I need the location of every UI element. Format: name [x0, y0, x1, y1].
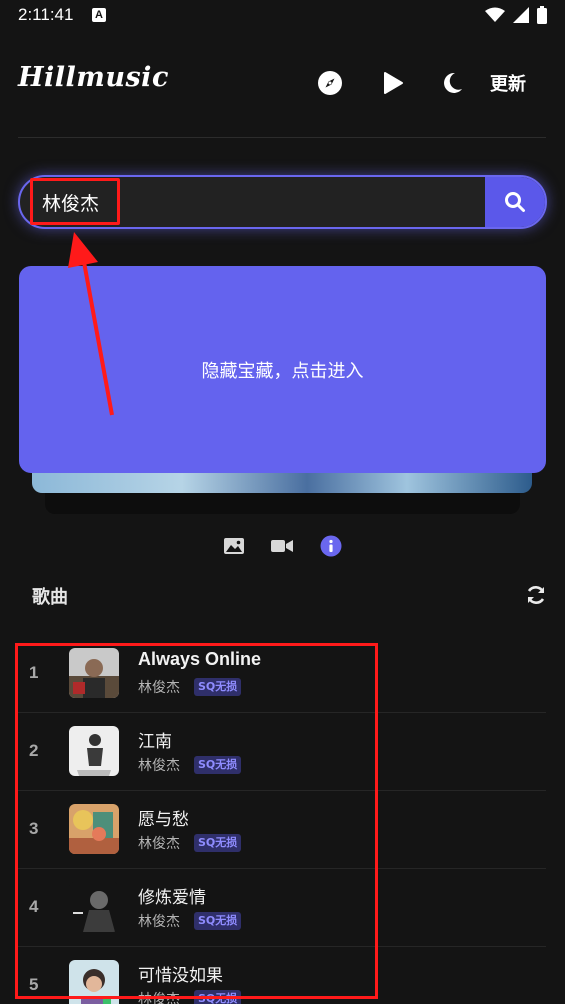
tab-info[interactable] — [319, 534, 343, 558]
songs-section-title: 歌曲 — [32, 587, 68, 608]
info-icon — [320, 535, 342, 557]
tab-image[interactable] — [222, 534, 246, 558]
media-tabs — [222, 534, 342, 558]
song-list-highlight-box — [15, 643, 378, 999]
refresh-icon — [527, 586, 545, 604]
refresh-button[interactable] — [525, 584, 547, 606]
tab-video[interactable] — [270, 534, 294, 558]
image-icon — [224, 538, 244, 554]
video-icon — [271, 540, 293, 552]
